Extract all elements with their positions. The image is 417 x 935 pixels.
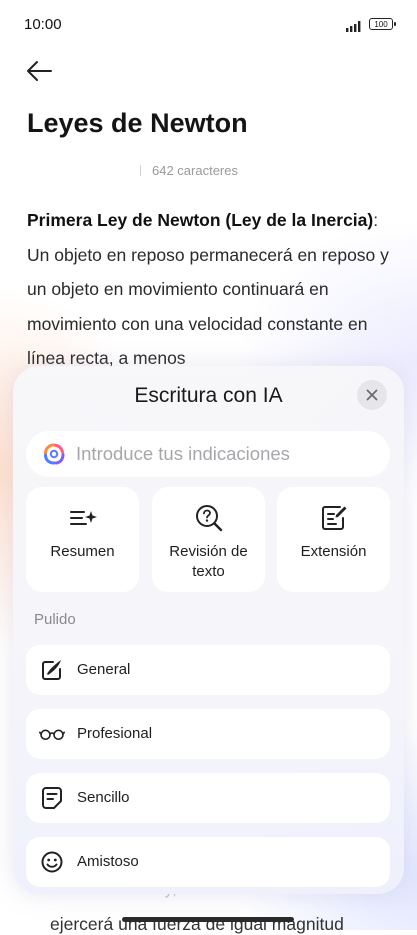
option-simple[interactable]: Sencillo bbox=[26, 773, 390, 823]
option-friendly[interactable]: Amistoso bbox=[26, 837, 390, 887]
character-count-text: 642 caracteres bbox=[152, 163, 238, 178]
arrow-left-icon bbox=[27, 61, 52, 81]
smile-icon bbox=[39, 850, 65, 874]
battery-icon: 100 bbox=[369, 18, 396, 30]
status-bar: 10:00 100 bbox=[0, 0, 417, 50]
document-edit-icon bbox=[277, 503, 390, 533]
option-simple-label: Sencillo bbox=[77, 789, 130, 806]
divider bbox=[140, 165, 141, 176]
signal-icon bbox=[346, 21, 361, 32]
prompt-placeholder: Introduce tus indicaciones bbox=[76, 443, 290, 464]
glasses-icon bbox=[39, 722, 65, 746]
extension-button[interactable]: Extensión bbox=[277, 487, 390, 592]
status-time: 10:00 bbox=[24, 16, 62, 33]
section-label-polish: Pulido bbox=[34, 611, 76, 628]
close-icon bbox=[366, 389, 378, 401]
magnifier-question-icon bbox=[152, 503, 265, 533]
document-paragraph: Un objeto en reposo permanecerá en repos… bbox=[27, 244, 389, 369]
document-heading: Primera Ley de Newton (Ley de la Inercia… bbox=[27, 210, 374, 230]
close-button[interactable] bbox=[357, 380, 387, 410]
home-indicator[interactable] bbox=[122, 917, 294, 922]
ai-writing-panel: Escritura con IA Introduce tus indicacio… bbox=[13, 366, 404, 894]
panel-title: Escritura con IA bbox=[134, 384, 283, 407]
option-general[interactable]: General bbox=[26, 645, 390, 695]
prompt-input[interactable]: Introduce tus indicaciones bbox=[26, 431, 390, 477]
back-button[interactable] bbox=[24, 56, 60, 86]
text-review-label: Revisión de texto bbox=[169, 543, 248, 580]
summary-label: Resumen bbox=[50, 543, 115, 560]
document-title: Leyes de Newton bbox=[27, 108, 248, 138]
document-body[interactable]: Primera Ley de Newton (Ley de la Inercia… bbox=[27, 203, 392, 376]
summary-sparkle-icon bbox=[26, 503, 139, 533]
text-review-button[interactable]: Revisión de texto bbox=[152, 487, 265, 592]
option-professional-label: Profesional bbox=[77, 725, 153, 742]
ai-logo-icon bbox=[44, 443, 65, 465]
option-general-label: General bbox=[77, 661, 131, 678]
option-friendly-label: Amistoso bbox=[77, 853, 139, 870]
note-icon bbox=[39, 786, 65, 810]
character-count: 642 caracteres bbox=[140, 163, 238, 178]
heading-colon: : bbox=[373, 210, 379, 230]
pen-square-icon bbox=[39, 658, 65, 682]
summary-button[interactable]: Resumen bbox=[26, 487, 139, 592]
option-professional[interactable]: Profesional bbox=[26, 709, 390, 759]
extension-label: Extensión bbox=[300, 543, 367, 560]
